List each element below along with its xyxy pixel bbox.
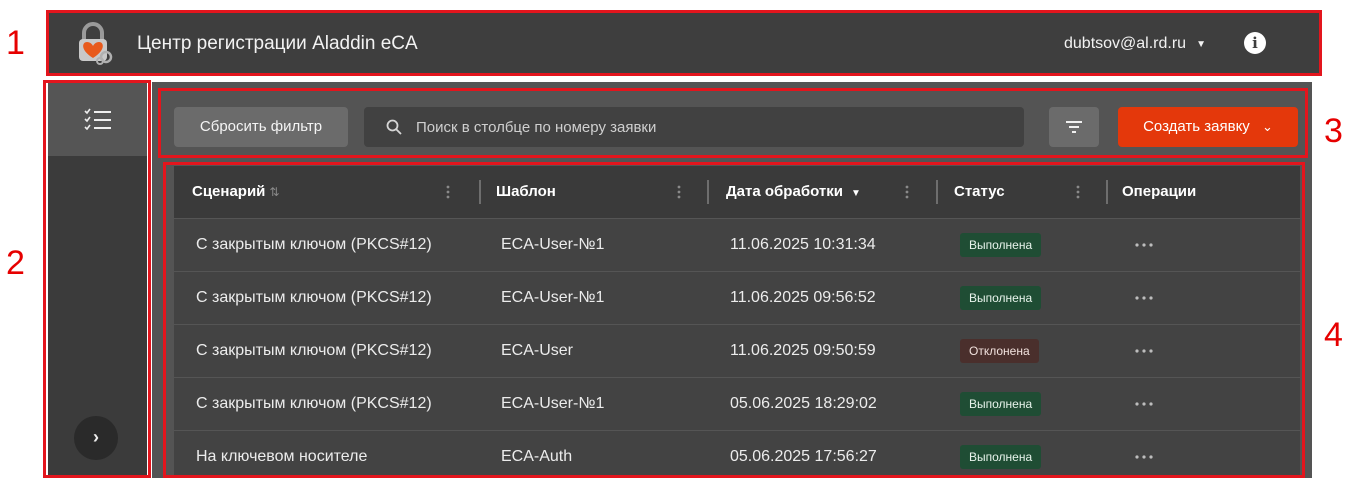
cell-date: 11.06.2025 10:31:34 — [730, 236, 876, 253]
cell-date: 05.06.2025 17:56:27 — [730, 448, 877, 465]
table-row[interactable]: С закрытым ключом (PKCS#12) ECA-User-№1 … — [174, 271, 1300, 324]
annotation-2: 2 — [6, 244, 25, 282]
sidebar: › — [48, 82, 147, 478]
more-horizontal-icon[interactable] — [1134, 348, 1154, 354]
requests-table: Сценарий ⇅ Шаблон Дата обработки ▼ Статус … — [174, 166, 1300, 478]
more-vertical-icon[interactable] — [677, 185, 681, 199]
create-request-button[interactable]: Создать заявку ⌄ — [1118, 107, 1298, 147]
create-request-label: Создать заявку — [1143, 118, 1250, 135]
sort-icon[interactable]: ⇅ — [269, 185, 279, 199]
reset-filter-button[interactable]: Сбросить фильтр — [174, 107, 348, 147]
table-row[interactable]: На ключевом носителе ECA-Auth 05.06.2025… — [174, 430, 1300, 478]
cell-template: ECA-User — [501, 342, 574, 359]
table-row[interactable]: С закрытым ключом (PKCS#12) ECA-User-№1 … — [174, 218, 1300, 271]
table-row[interactable]: С закрытым ключом (PKCS#12) ECA-User 11.… — [174, 324, 1300, 377]
more-horizontal-icon[interactable] — [1134, 401, 1154, 407]
filter-icon — [1066, 121, 1082, 133]
search-box — [364, 107, 1024, 147]
annotation-3: 3 — [1324, 112, 1343, 150]
column-header-operations: Операции — [1122, 183, 1197, 200]
more-horizontal-icon[interactable] — [1134, 242, 1154, 248]
column-separator[interactable] — [707, 180, 709, 204]
user-menu[interactable]: dubtsov@al.rd.ru ▼ — [1064, 35, 1206, 53]
column-header-template[interactable]: Шаблон — [496, 166, 556, 218]
caret-down-icon: ▼ — [1196, 38, 1206, 50]
cell-date: 11.06.2025 09:56:52 — [730, 289, 876, 306]
column-separator[interactable] — [479, 180, 481, 204]
search-input[interactable] — [416, 107, 1006, 147]
chevron-down-icon: ⌄ — [1261, 119, 1273, 134]
status-badge: Выполнена — [960, 445, 1042, 469]
table-row[interactable]: С закрытым ключом (PKCS#12) ECA-User-№1 … — [174, 377, 1300, 430]
column-header-date[interactable]: Дата обработки ▼ — [726, 166, 861, 218]
logo-icon — [79, 22, 113, 65]
cell-scenario: На ключевом носителе — [196, 448, 368, 465]
column-header-scenario[interactable]: Сценарий ⇅ — [192, 166, 279, 218]
column-separator[interactable] — [936, 180, 938, 204]
status-badge: Выполнена — [960, 392, 1042, 416]
status-badge: Отклонена — [960, 339, 1039, 363]
cell-scenario: С закрытым ключом (PKCS#12) — [196, 289, 432, 306]
cell-scenario: С закрытым ключом (PKCS#12) — [196, 395, 432, 412]
more-vertical-icon[interactable] — [1076, 185, 1080, 199]
annotation-1: 1 — [6, 24, 25, 62]
more-horizontal-icon[interactable] — [1134, 454, 1154, 460]
cell-scenario: С закрытым ключом (PKCS#12) — [196, 236, 432, 253]
cell-template: ECA-Auth — [501, 448, 573, 465]
user-email: dubtsov@al.rd.ru — [1064, 35, 1187, 52]
more-vertical-icon[interactable] — [905, 185, 909, 199]
column-header-status[interactable]: Статус — [954, 166, 1005, 218]
search-icon — [386, 119, 402, 135]
app-header: Центр регистрации Aladdin eCA dubtsov@al… — [48, 12, 1319, 74]
cell-template: ECA-User-№1 — [501, 236, 605, 253]
toolbar: Сбросить фильтр Создать заявку ⌄ — [160, 88, 1306, 156]
column-separator[interactable] — [1106, 180, 1108, 204]
more-vertical-icon[interactable] — [446, 185, 450, 199]
cell-date: 11.06.2025 09:50:59 — [730, 342, 876, 359]
status-badge: Выполнена — [960, 286, 1042, 310]
filter-button[interactable] — [1049, 107, 1099, 147]
app-title: Центр регистрации Aladdin eCA — [137, 33, 418, 54]
table-header: Сценарий ⇅ Шаблон Дата обработки ▼ Статус … — [174, 166, 1300, 218]
chevron-right-icon[interactable]: › — [74, 416, 118, 460]
more-horizontal-icon[interactable] — [1134, 295, 1154, 301]
cell-date: 05.06.2025 18:29:02 — [730, 395, 877, 412]
sidebar-item-requests[interactable] — [48, 82, 147, 156]
info-icon[interactable]: i — [1244, 32, 1266, 54]
status-badge: Выполнена — [960, 233, 1042, 257]
cell-template: ECA-User-№1 — [501, 289, 605, 306]
caret-down-icon: ▼ — [850, 188, 861, 199]
cell-template: ECA-User-№1 — [501, 395, 605, 412]
annotation-4: 4 — [1324, 316, 1343, 354]
list-icon — [84, 108, 111, 130]
cell-scenario: С закрытым ключом (PKCS#12) — [196, 342, 432, 359]
main-content: Сбросить фильтр Создать заявку ⌄ Сценари… — [152, 82, 1312, 478]
